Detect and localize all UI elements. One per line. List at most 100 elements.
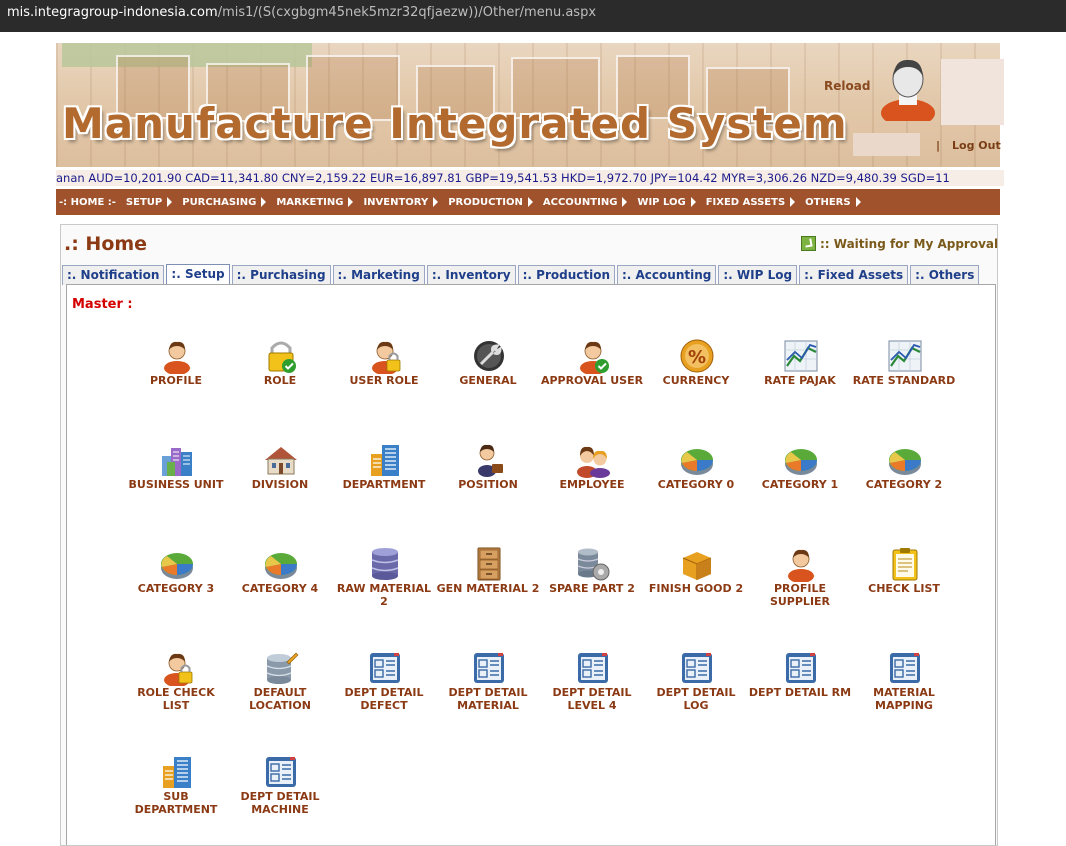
menu-item-currency[interactable]: % CURRENCY — [644, 330, 748, 420]
menu-item-division[interactable]: DIVISION — [228, 434, 332, 524]
waiting-approval-link[interactable]: :: Waiting for My Approval — [801, 236, 998, 251]
tab-notification[interactable]: :. Notification — [62, 265, 165, 285]
menu-item-default-location[interactable]: DEFAULT LOCATION — [228, 642, 332, 732]
menu-item-category-2[interactable]: CATEGORY 2 — [852, 434, 956, 524]
menu-item-rate-pajak[interactable]: RATE PAJAK — [748, 330, 852, 420]
nav-arrow-icon — [622, 197, 628, 207]
nav-item-production[interactable]: PRODUCTION — [448, 197, 533, 208]
menu-item-label: CHECK LIST — [868, 582, 940, 595]
menu-item-user-role[interactable]: USER ROLE — [332, 330, 436, 420]
menu-item-employee[interactable]: EMPLOYEE — [540, 434, 644, 524]
line-chart-icon — [783, 338, 819, 374]
menu-item-dept-detail-defect[interactable]: DEPT DETAIL DEFECT — [332, 642, 436, 732]
person-briefcase-icon — [471, 442, 507, 478]
database-edit-icon — [263, 650, 299, 686]
menu-item-position[interactable]: POSITION — [436, 434, 540, 524]
menu-item-gen-material-2[interactable]: GEN MATERIAL 2 — [436, 538, 540, 628]
redacted-user-info — [941, 59, 1004, 125]
nav-item-home[interactable]: -: HOME :- — [59, 197, 116, 208]
nav-item-wip-log[interactable]: WIP LOG — [637, 197, 696, 208]
menu-item-rate-standard[interactable]: RATE STANDARD — [852, 330, 956, 420]
menu-item-label: RATE STANDARD — [852, 374, 956, 387]
database-icon — [367, 546, 403, 582]
menu-item-material-mapping[interactable]: MATERIAL MAPPING — [852, 642, 956, 732]
menu-item-label: SPARE PART 2 — [549, 582, 635, 595]
menu-item-dept-detail-level-4[interactable]: DEPT DETAIL LEVEL 4 — [540, 642, 644, 732]
menu-item-role[interactable]: ROLE — [228, 330, 332, 420]
pie-chart-icon — [159, 546, 195, 582]
menu-item-category-1[interactable]: CATEGORY 1 — [748, 434, 852, 524]
menu-item-raw-material-2[interactable]: RAW MATERIAL 2 — [332, 538, 436, 628]
url-path: /mis1/(S(cxgbgm45nek5mzr32qfjaezw))/Othe… — [217, 5, 597, 20]
tab-marketing[interactable]: :. Marketing — [332, 265, 425, 285]
address-bar[interactable]: mis.integragroup-indonesia.com/mis1/(S(c… — [0, 0, 1066, 32]
user-lock-icon — [159, 650, 195, 687]
pie-chart-icon — [263, 546, 299, 582]
menu-item-dept-detail-material[interactable]: DEPT DETAIL MATERIAL — [436, 642, 540, 732]
menu-item-label: PROFILE SUPPLIER — [769, 582, 831, 608]
menu-item-spare-part-2[interactable]: SPARE PART 2 — [540, 538, 644, 628]
cabinet-icon — [471, 546, 507, 582]
menu-item-label: GENERAL — [459, 374, 517, 387]
logout-area: | Log Out — [936, 139, 1001, 152]
page-title: .: Home — [64, 233, 148, 255]
menu-item-finish-good-2[interactable]: FINISH GOOD 2 — [644, 538, 748, 628]
nav-item-fixed-assets[interactable]: FIXED ASSETS — [706, 197, 796, 208]
menu-item-department[interactable]: DEPARTMENT — [332, 434, 436, 524]
nav-item-label: PURCHASING — [182, 196, 257, 208]
menu-item-dept-detail-rm[interactable]: DEPT DETAIL RM — [748, 642, 852, 732]
wrench-icon — [471, 338, 507, 374]
menu-item-dept-detail-machine[interactable]: DEPT DETAIL MACHINE — [228, 746, 332, 836]
nav-item-label: SETUP — [125, 196, 163, 208]
menu-item-category-3[interactable]: CATEGORY 3 — [124, 538, 228, 628]
logout-link[interactable]: Log Out — [952, 139, 1001, 152]
nav-item-setup[interactable]: SETUP — [125, 196, 173, 208]
nav-item-inventory[interactable]: INVENTORY — [363, 197, 439, 208]
menu-item-label: DEPARTMENT — [342, 478, 426, 491]
menu-item-dept-detail-log[interactable]: DEPT DETAIL LOG — [644, 642, 748, 732]
menu-item-profile[interactable]: PROFILE — [124, 330, 228, 420]
reload-link[interactable]: Reload — [824, 79, 870, 93]
tab-inventory[interactable]: :. Inventory — [426, 265, 516, 285]
tab-accounting[interactable]: :. Accounting — [616, 265, 717, 285]
menu-item-approval-user[interactable]: APPROVAL USER — [540, 330, 644, 420]
menu-item-label: POSITION — [458, 478, 518, 491]
menu-item-label: DEPT DETAIL LOG — [656, 686, 736, 712]
system-title: Manufacture Integrated System — [62, 99, 848, 148]
nav-item-others[interactable]: OTHERS — [805, 197, 861, 208]
nav-item-marketing[interactable]: MARKETING — [276, 196, 354, 208]
menu-item-category-0[interactable]: CATEGORY 0 — [644, 434, 748, 524]
menu-item-category-4[interactable]: CATEGORY 4 — [228, 538, 332, 628]
menu-item-label: USER ROLE — [349, 374, 419, 387]
tab-production[interactable]: :. Production — [517, 265, 615, 285]
nav-item-accounting[interactable]: ACCOUNTING — [543, 197, 628, 208]
user-lock-icon — [367, 338, 403, 375]
tab-setup[interactable]: :. Setup — [166, 264, 230, 286]
tab-others[interactable]: :. Others — [910, 265, 980, 285]
percent-coin-icon: % — [679, 338, 715, 374]
menu-item-business-unit[interactable]: BUSINESS UNIT — [124, 434, 228, 524]
user-check-icon — [575, 338, 611, 375]
menu-item-label: DEFAULT LOCATION — [249, 686, 311, 712]
menu-item-profile-supplier[interactable]: PROFILE SUPPLIER — [748, 538, 852, 628]
menu-item-label: BUSINESS UNIT — [128, 478, 224, 491]
tab-wip-log[interactable]: :. WIP Log — [718, 265, 798, 285]
clipboard-icon — [887, 546, 923, 582]
nav-arrow-icon — [433, 197, 439, 207]
tab-purchasing[interactable]: :. Purchasing — [231, 265, 331, 285]
nav-item-label: MARKETING — [276, 196, 344, 208]
menu-item-label: EMPLOYEE — [559, 478, 625, 491]
nav-item-purchasing[interactable]: PURCHASING — [182, 196, 267, 208]
nav-arrow-icon — [690, 197, 696, 207]
menu-item-role-check-list[interactable]: ROLE CHECK LIST — [124, 642, 228, 732]
menu-item-general[interactable]: GENERAL — [436, 330, 540, 420]
menu-item-sub-department[interactable]: SUB DEPARTMENT — [124, 746, 228, 836]
building-icon — [159, 754, 195, 790]
menu-item-label: ROLE CHECK LIST — [137, 686, 215, 712]
menu-item-label: RATE PAJAK — [764, 374, 836, 387]
menu-item-check-list[interactable]: CHECK LIST — [852, 538, 956, 628]
menu-item-label: CATEGORY 3 — [137, 582, 215, 595]
menu-item-label: DEPT DETAIL DEFECT — [344, 686, 424, 712]
tab-fixed-assets[interactable]: :. Fixed Assets — [799, 265, 909, 285]
menu-item-label: FINISH GOOD 2 — [648, 582, 744, 595]
